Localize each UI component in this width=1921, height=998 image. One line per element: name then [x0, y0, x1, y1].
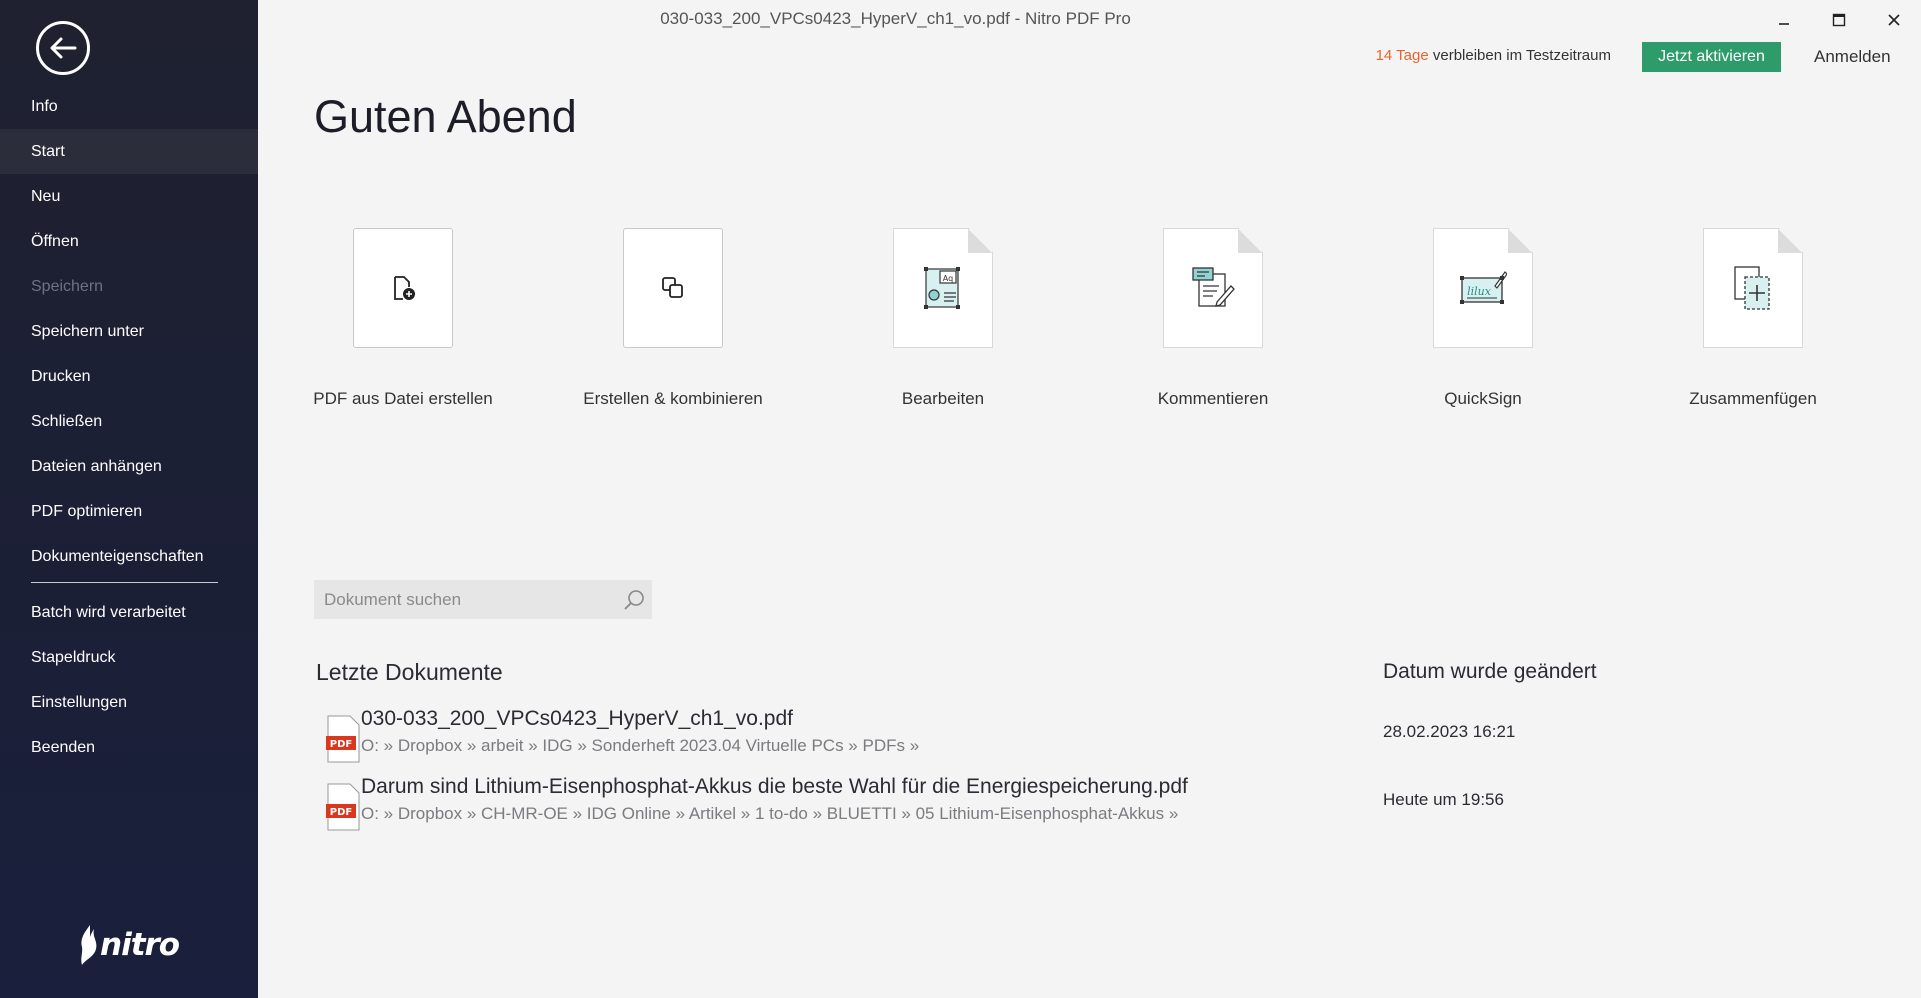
window-title: 030-033_200_VPCs0423_HyperV_ch1_vo.pdf -… [660, 9, 1131, 28]
pdf-file-icon: PDF [326, 783, 360, 831]
back-button[interactable] [36, 21, 90, 75]
document-path: O: » Dropbox » arbeit » IDG » Sonderheft… [361, 736, 920, 755]
merge-document-icon [1734, 266, 1770, 310]
sidebar-menu: Info Start Neu Öffnen Speichern Speicher… [0, 84, 258, 770]
nitro-flame-icon [81, 925, 97, 965]
maximize-icon [1832, 13, 1845, 27]
nitro-logo-text: nitro [100, 927, 180, 963]
tile-bearbeiten[interactable]: Aq Bearbeiten [828, 228, 1058, 409]
recent-document-row[interactable]: PDF 030-033_200_VPCs0423_HyperV_ch1_vo.p… [308, 707, 1808, 769]
tile-zusammenfuegen[interactable]: Zusammenfügen [1638, 228, 1868, 409]
sidebar-item-schliessen[interactable]: Schließen [0, 399, 258, 444]
tile-label: Zusammenfügen [1689, 389, 1817, 408]
search-icon[interactable] [622, 588, 646, 612]
sidebar-item-neu[interactable]: Neu [0, 174, 258, 219]
minimize-button[interactable] [1756, 0, 1811, 40]
document-date: 28.02.2023 16:21 [1383, 722, 1516, 741]
tile-card: lilux [1433, 228, 1533, 348]
nitro-logo: nitro [80, 925, 180, 965]
recent-document-row[interactable]: PDF Darum sind Lithium-Eisenphosphat-Akk… [308, 775, 1808, 837]
tile-label: Erstellen & kombinieren [583, 389, 763, 408]
sidebar-item-pdf-optimieren[interactable]: PDF optimieren [0, 489, 258, 534]
back-arrow-icon [50, 37, 77, 59]
signature-icon: lilux [1460, 271, 1507, 304]
sidebar-item-info[interactable]: Info [0, 84, 258, 129]
activate-button[interactable]: Jetzt aktivieren [1642, 42, 1781, 72]
tile-label: PDF aus Datei erstellen [313, 389, 493, 408]
window-controls [1756, 0, 1921, 40]
document-search [314, 580, 652, 619]
sidebar-item-dateien-anhaengen[interactable]: Dateien anhängen [0, 444, 258, 489]
combine-icon [662, 277, 683, 298]
document-name[interactable]: Darum sind Lithium-Eisenphosphat-Akkus d… [361, 775, 1188, 799]
sidebar: Info Start Neu Öffnen Speichern Speicher… [0, 0, 258, 998]
tile-card [623, 228, 723, 348]
sidebar-item-oeffnen[interactable]: Öffnen [0, 219, 258, 264]
tile-label: Bearbeiten [901, 389, 985, 408]
sidebar-item-speichern-unter[interactable]: Speichern unter [0, 309, 258, 354]
document-name[interactable]: 030-033_200_VPCs0423_HyperV_ch1_vo.pdf [361, 707, 793, 731]
pdf-badge: PDF [330, 807, 352, 818]
main-area: 030-033_200_VPCs0423_HyperV_ch1_vo.pdf -… [258, 0, 1921, 998]
pdf-badge: PDF [330, 739, 352, 750]
sidebar-item-batch[interactable]: Batch wird verarbeitet [0, 590, 258, 635]
file-plus-icon [394, 276, 415, 300]
login-link[interactable]: Anmelden [1814, 47, 1891, 67]
comment-document-icon [1192, 267, 1235, 307]
sidebar-item-einstellungen[interactable]: Einstellungen [0, 680, 258, 725]
maximize-button[interactable] [1811, 0, 1866, 40]
date-modified-heading[interactable]: Datum wurde geändert [1383, 660, 1597, 684]
tile-card: Aq [893, 228, 993, 348]
tile-card [1163, 228, 1263, 348]
trial-days: 14 Tage [1375, 47, 1429, 64]
trial-text: verbleiben im Testzeitraum [1428, 47, 1611, 64]
svg-text:Aq: Aq [943, 274, 953, 283]
tile-label: QuickSign [1444, 389, 1522, 408]
close-button[interactable] [1866, 0, 1921, 40]
tile-quicksign[interactable]: lilux QuickSign [1368, 228, 1598, 409]
tile-erstellen-kombinieren[interactable]: Erstellen & kombinieren [558, 228, 788, 409]
tile-label: Kommentieren [1157, 389, 1269, 408]
sidebar-item-beenden[interactable]: Beenden [0, 725, 258, 770]
document-date: Heute um 19:56 [1383, 790, 1504, 809]
tile-card [1703, 228, 1803, 348]
sidebar-item-dokumenteigenschaften[interactable]: Dokumenteigenschaften [0, 534, 258, 579]
tile-card [353, 228, 453, 348]
close-icon [1887, 14, 1900, 26]
sidebar-divider [31, 582, 218, 583]
svg-text:lilux: lilux [1467, 285, 1492, 298]
sidebar-item-drucken[interactable]: Drucken [0, 354, 258, 399]
sidebar-item-start[interactable]: Start [0, 129, 258, 174]
trial-notice: 14 Tage verbleiben im Testzeitraum [1376, 47, 1611, 64]
search-input[interactable] [324, 589, 614, 610]
tile-kommentieren[interactable]: Kommentieren [1098, 228, 1328, 409]
greeting-title: Guten Abend [314, 91, 577, 142]
pdf-file-icon: PDF [326, 715, 360, 763]
recent-documents-heading: Letzte Dokumente [316, 659, 503, 685]
sidebar-item-stapeldruck[interactable]: Stapeldruck [0, 635, 258, 680]
tile-pdf-aus-datei[interactable]: PDF aus Datei erstellen [288, 228, 518, 409]
edit-document-icon: Aq [924, 267, 960, 309]
sidebar-item-speichern: Speichern [31, 278, 104, 295]
document-path: O: » Dropbox » CH-MR-OE » IDG Online » A… [361, 804, 1179, 823]
minimize-icon [1778, 23, 1789, 25]
